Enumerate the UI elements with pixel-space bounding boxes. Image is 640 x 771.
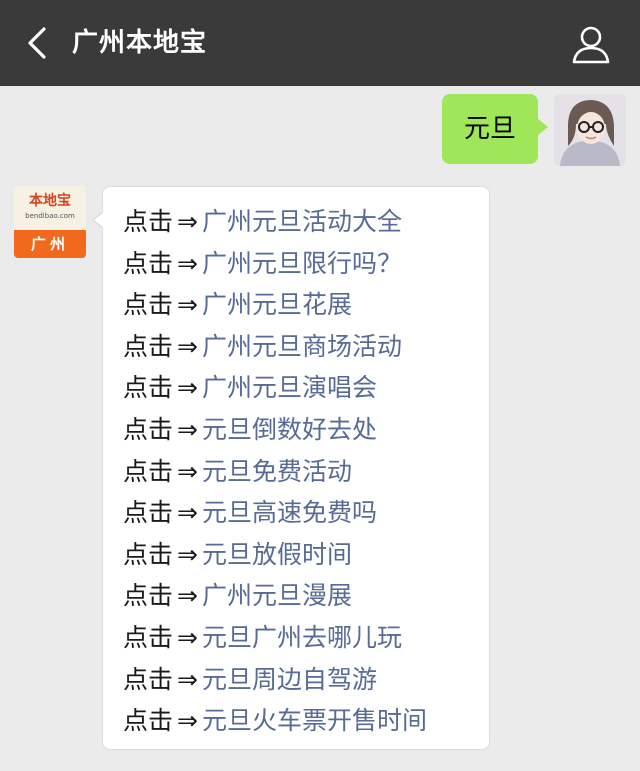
sender-avatar[interactable]: 本地宝 bendibao.com 广州 — [14, 186, 86, 258]
top-bar: 广州本地宝 — [0, 0, 640, 86]
outgoing-message[interactable]: 元旦 — [442, 94, 548, 164]
arrow-icon: ⇒ — [177, 456, 198, 486]
arrow-icon: ⇒ — [177, 706, 198, 736]
arrow-icon: ⇒ — [177, 539, 198, 569]
link-text[interactable]: 广州元旦商场活动 — [202, 332, 402, 361]
link-text[interactable]: 元旦广州去哪儿玩 — [202, 623, 402, 652]
logo-brand-text: 本地宝 — [29, 193, 71, 209]
link-prefix: 点击 — [123, 331, 174, 361]
arrow-icon: ⇒ — [177, 498, 198, 528]
link-text[interactable]: 元旦免费活动 — [202, 457, 352, 486]
message-link-row[interactable]: 点击 ⇒ 元旦放假时间 — [123, 534, 427, 576]
page-title: 广州本地宝 — [72, 28, 208, 58]
link-text[interactable]: 元旦倒数好去处 — [202, 415, 377, 444]
arrow-icon: ⇒ — [177, 414, 198, 444]
profile-button[interactable] — [568, 22, 614, 66]
link-text[interactable]: 广州元旦活动大全 — [202, 207, 402, 236]
link-prefix: 点击 — [123, 248, 174, 278]
message-link-row[interactable]: 点击 ⇒ 元旦高速免费吗 — [123, 492, 427, 534]
logo-city-text: 广州 — [14, 230, 86, 258]
link-prefix: 点击 — [123, 664, 174, 694]
message-link-row[interactable]: 点击 ⇒ 广州元旦花展 — [123, 284, 427, 326]
link-prefix: 点击 — [123, 498, 174, 528]
link-prefix: 点击 — [123, 539, 174, 569]
link-prefix: 点击 — [123, 706, 174, 736]
link-text[interactable]: 元旦周边自驾游 — [202, 665, 377, 694]
link-text[interactable]: 广州元旦漫展 — [202, 581, 352, 610]
arrow-icon: ⇒ — [177, 581, 198, 611]
message-link-row[interactable]: 点击 ⇒ 元旦周边自驾游 — [123, 659, 427, 701]
incoming-message: 点击 ⇒ 广州元旦活动大全 点击 ⇒ 广州元旦限行吗？ 点击 ⇒ 广州元旦花展 点击 ⇒ 广州元旦商场… — [92, 186, 490, 750]
back-button[interactable] — [18, 22, 58, 64]
message-link-row[interactable]: 点击 ⇒ 广州元旦限行吗？ — [123, 243, 427, 285]
link-text[interactable]: 元旦火车票开售时间 — [202, 706, 427, 735]
link-prefix: 点击 — [123, 414, 174, 444]
link-prefix: 点击 — [123, 290, 174, 320]
link-text[interactable]: 元旦高速免费吗 — [202, 498, 377, 527]
link-prefix: 点击 — [123, 207, 174, 236]
arrow-icon: ⇒ — [177, 622, 198, 652]
message-link-row[interactable]: 点击 ⇒ 广州元旦商场活动 — [123, 326, 427, 368]
chevron-left-icon — [28, 27, 46, 59]
link-prefix: 点击 — [123, 622, 174, 652]
arrow-icon: ⇒ — [177, 664, 198, 694]
link-prefix: 点击 — [123, 581, 174, 611]
arrow-icon: ⇒ — [177, 331, 198, 361]
user-avatar[interactable] — [554, 94, 626, 166]
arrow-icon: ⇒ — [177, 248, 198, 278]
link-text[interactable]: 广州元旦演唱会 — [202, 373, 377, 402]
message-link-row[interactable]: 点击 ⇒ 广州元旦活动大全 — [123, 201, 427, 243]
person-icon — [572, 26, 610, 64]
message-link-row[interactable]: 点击 ⇒ 元旦免费活动 — [123, 451, 427, 493]
message-link-row[interactable]: 点击 ⇒ 广州元旦演唱会 — [123, 367, 427, 409]
link-text[interactable]: 广州元旦花展 — [202, 290, 352, 319]
message-link-row[interactable]: 点击 ⇒ 元旦广州去哪儿玩 — [123, 617, 427, 659]
link-prefix: 点击 — [123, 456, 174, 486]
link-text[interactable]: 元旦放假时间 — [202, 540, 352, 569]
message-link-row[interactable]: 点击 ⇒ 元旦火车票开售时间 — [123, 700, 427, 742]
link-text[interactable]: 广州元旦限行吗？ — [202, 249, 402, 278]
arrow-icon: ⇒ — [177, 290, 198, 320]
arrow-icon: ⇒ — [177, 373, 198, 403]
message-link-row[interactable]: 点击 ⇒ 广州元旦漫展 — [123, 575, 427, 617]
logo-domain-text: bendibao.com — [25, 212, 75, 220]
message-link-row[interactable]: 点击 ⇒ 元旦倒数好去处 — [123, 409, 427, 451]
link-list: 点击 ⇒ 广州元旦活动大全 点击 ⇒ 广州元旦限行吗？ 点击 ⇒ 广州元旦花展 点击 ⇒ 广州元旦商场… — [123, 201, 427, 742]
link-prefix: 点击 — [123, 373, 174, 403]
arrow-icon: ⇒ — [177, 207, 198, 236]
user-avatar-image — [554, 94, 626, 166]
